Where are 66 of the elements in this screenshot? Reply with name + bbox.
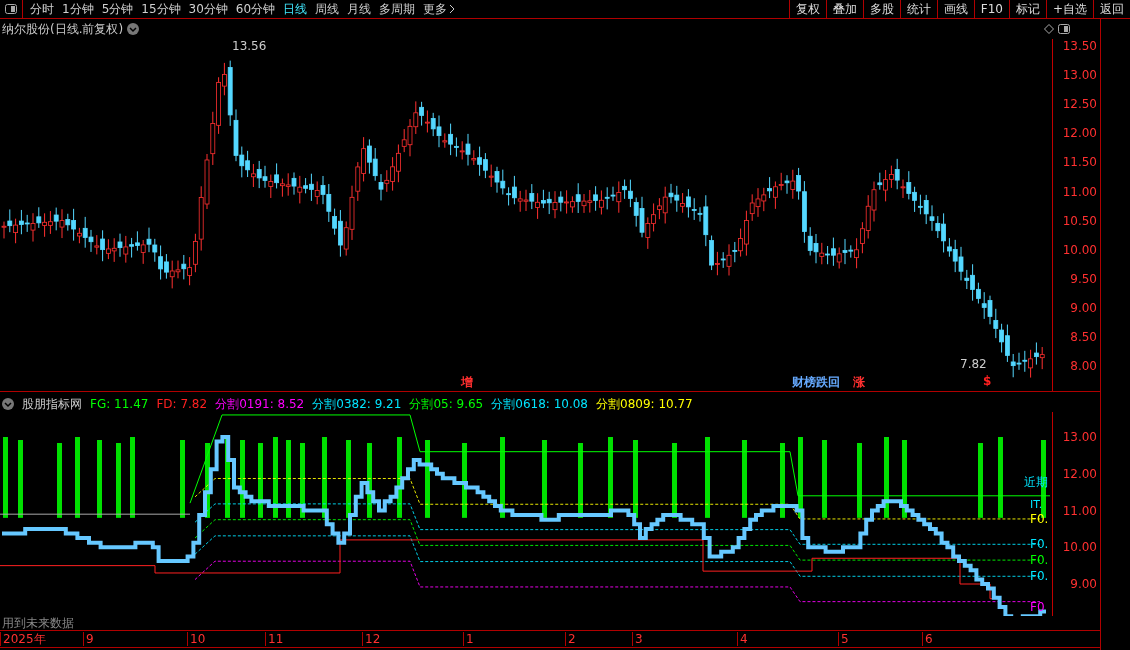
date-label: 3 [632,632,643,646]
date-label: 12 [362,632,381,646]
axis-label: 11.00 [1062,184,1097,199]
period-tab[interactable]: 月线 [346,0,373,18]
axis-label: 12.00 [1062,466,1097,481]
low-price-label: 7.82 [960,357,987,371]
period-tab[interactable]: 5分钟 [100,0,135,18]
date-label: 2025年 [0,632,46,646]
date-label: 6 [922,632,933,646]
chart-title: 纳尔股份(日线.前复权) [2,20,124,38]
indicator-name: 股朋指标网 [22,395,82,413]
date-label: 4 [737,632,748,646]
date-label: 11 [265,632,284,646]
period-tab[interactable]: 周线 [314,0,341,18]
panel-toggle-icon[interactable] [1058,24,1070,34]
signal-marker: 涨 [853,375,865,389]
axis-label: 13.50 [1062,39,1097,53]
level-label: F0. [1030,537,1049,552]
period-tab[interactable]: 30分钟 [187,0,229,18]
indicator-value: FG: 11.47 [90,397,149,411]
period-tab[interactable]: 1分钟 [61,0,95,18]
chevron-right-icon [449,4,456,14]
axis-label: 11.00 [1062,503,1097,518]
level-label: F0. [1030,511,1049,526]
level-label: F0. [1030,553,1049,568]
period-tab[interactable]: 15分钟 [140,0,182,18]
date-label: 5 [838,632,849,646]
period-tab[interactable]: 多周期 [378,0,417,18]
collapse-icon[interactable] [2,398,14,410]
axis-label: 13.00 [1062,430,1097,444]
dropdown-icon[interactable] [127,23,140,35]
date-label: 1 [463,632,474,646]
axis-label: 13.00 [1062,68,1097,83]
indicator-value: 分割0191: 8.52 [215,395,305,413]
axis-label: 12.50 [1062,97,1097,112]
signal-marker: 增 [461,375,473,389]
date-label: 9 [83,632,94,646]
period-tab[interactable]: 日线 [282,0,309,18]
signal-marker: 财榜跌回 [792,375,840,389]
date-label: 10 [187,632,206,646]
axis-label: 9.00 [1070,300,1097,315]
date-label: 2 [565,632,576,646]
axis-label: 10.00 [1062,242,1097,257]
level-label: F0. [1030,569,1049,584]
axis-label: 9.00 [1070,577,1097,591]
indicator-value: 分割0382: 9.21 [312,395,402,413]
axis-label: 10.50 [1062,213,1097,228]
level-label: F0 [1030,599,1045,614]
indicator-value: 分割05: 9.65 [409,395,484,413]
indicator-value: 分割0618: 10.08 [491,395,588,413]
period-tab[interactable]: 更多 [422,0,457,18]
high-price-label: 13.56 [232,39,267,53]
axis-label: 12.00 [1062,126,1097,141]
period-tab[interactable]: 分时 [29,0,55,18]
diamond-icon[interactable] [1044,24,1054,34]
future-data-note: 用到未来数据 [1,616,75,630]
axis-label: 10.00 [1062,540,1097,555]
period-tab[interactable]: 60分钟 [234,0,277,18]
side-note: IT. [1030,498,1043,511]
signal-marker: $ [983,374,992,388]
axis-label: 9.50 [1070,271,1097,286]
indicator-value: FD: 7.82 [156,397,208,411]
axis-label: 8.00 [1070,359,1097,374]
indicator-value: 分割0809: 10.77 [596,395,693,413]
axis-label: 8.50 [1070,330,1097,344]
axis-label: 11.50 [1062,155,1097,170]
